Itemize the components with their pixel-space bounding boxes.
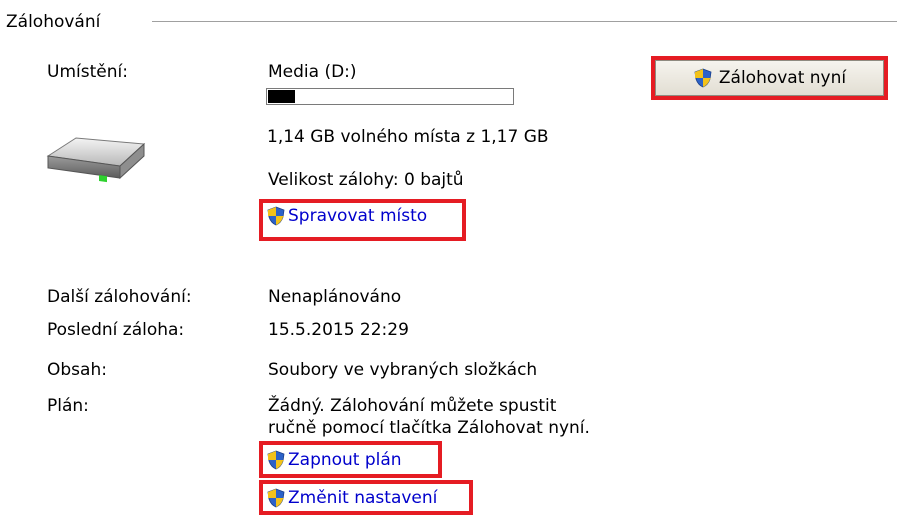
contents-value: Soubory ve vybraných složkách (268, 360, 538, 380)
contents-label: Obsah: (47, 360, 107, 380)
location-label: Umístění: (47, 62, 128, 82)
highlight-change-settings (259, 480, 473, 515)
disk-usage-fill (268, 90, 295, 103)
group-divider (152, 21, 897, 22)
next-backup-label: Další zálohování: (47, 287, 192, 307)
free-space-text: 1,14 GB volného místa z 1,17 GB (267, 127, 549, 147)
schedule-value-line1: Žádný. Zálohování můžete spustit (268, 396, 557, 416)
highlight-turn-on-schedule (259, 441, 442, 478)
next-backup-value: Nenaplánováno (268, 287, 402, 307)
schedule-label: Plán: (47, 396, 89, 416)
backup-size-text: Velikost zálohy: 0 bajtů (268, 170, 464, 190)
highlight-backup-now (651, 56, 888, 100)
disk-usage-bar (266, 88, 514, 105)
last-backup-value: 15.5.2015 22:29 (268, 320, 409, 340)
schedule-value-line2: ručně pomocí tlačítka Zálohovat nyní. (268, 418, 590, 438)
drive-name: Media (D:) (268, 62, 357, 82)
hard-drive-icon (46, 137, 146, 183)
group-title: Zálohování (6, 12, 101, 32)
last-backup-label: Poslední záloha: (47, 320, 185, 340)
highlight-manage-space (259, 199, 466, 241)
